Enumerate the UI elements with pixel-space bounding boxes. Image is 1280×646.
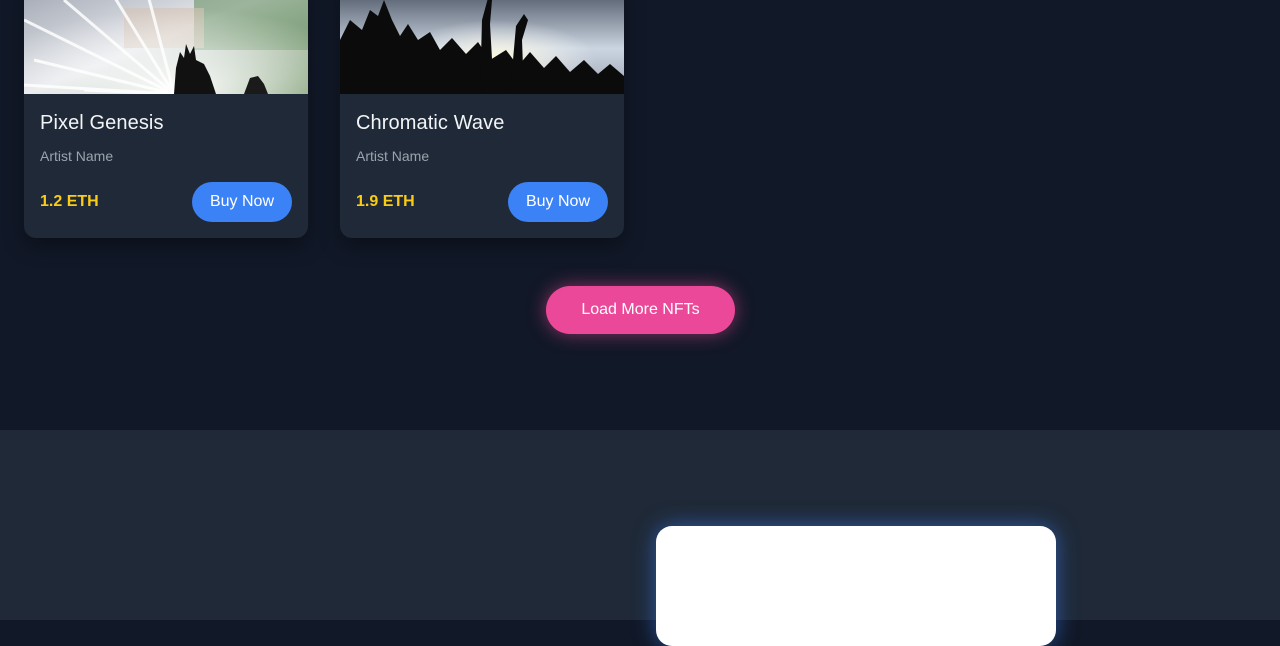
nft-card[interactable]: Chromatic Wave Artist Name 1.9 ETH Buy N… — [340, 0, 624, 238]
nft-image[interactable] — [340, 0, 624, 94]
nft-artist-name: Artist Name — [356, 148, 430, 164]
nft-title: Chromatic Wave — [356, 112, 505, 134]
nft-card[interactable]: Pixel Genesis Artist Name 1.2 ETH Buy No… — [24, 0, 308, 238]
buy-now-button[interactable]: Buy Now — [508, 182, 608, 222]
nft-image[interactable] — [24, 0, 308, 94]
buy-now-button[interactable]: Buy Now — [192, 182, 292, 222]
nft-artist-name: Artist Name — [40, 148, 114, 164]
nft-price: 1.2 ETH — [40, 193, 99, 210]
load-more-nfts-button[interactable]: Load More NFTs — [546, 286, 735, 334]
nft-gallery-section: Pixel Genesis Artist Name 1.2 ETH Buy No… — [0, 0, 1280, 430]
white-panel-card — [656, 526, 1056, 646]
nft-title: Pixel Genesis — [40, 112, 164, 134]
lower-section — [0, 430, 1280, 646]
nft-price: 1.9 ETH — [356, 193, 415, 210]
